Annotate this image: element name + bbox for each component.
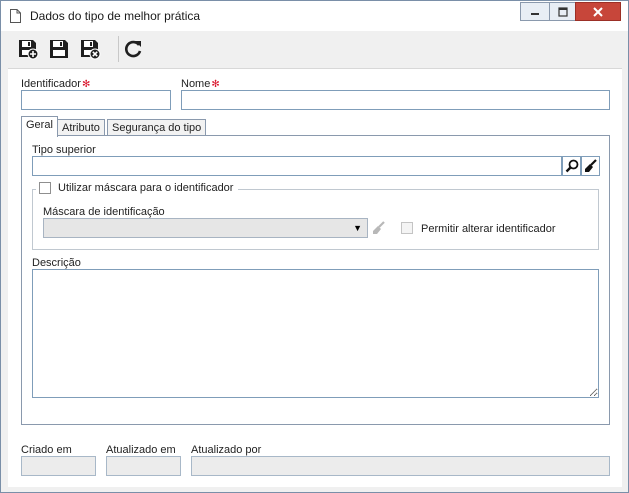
tipo-superior-label: Tipo superior (32, 144, 96, 156)
eraser-icon (584, 159, 597, 172)
tab-atributo[interactable]: Atributo (57, 119, 105, 136)
mascara-label: Máscara de identificação (43, 206, 165, 218)
descricao-textarea[interactable] (32, 269, 599, 398)
save-button[interactable] (46, 36, 72, 62)
required-icon: ✻ (211, 79, 220, 90)
toolbar-separator (118, 36, 119, 62)
atualizado-em-label: Atualizado em (106, 444, 176, 456)
tab-geral-label: Geral (26, 119, 53, 131)
tab-atributo-label: Atributo (62, 122, 100, 134)
refresh-button[interactable] (120, 36, 146, 62)
dropdown-arrow-icon: ▼ (353, 223, 362, 233)
tab-seguranca-label: Segurança do tipo (112, 122, 202, 134)
toolbar (8, 31, 622, 69)
criado-em-label: Criado em (21, 444, 72, 456)
atualizado-por-label: Atualizado por (191, 444, 262, 456)
tab-seguranca[interactable]: Segurança do tipo (107, 119, 207, 136)
maximize-icon (557, 6, 568, 17)
save-close-icon (81, 40, 101, 60)
tab-geral[interactable]: Geral (21, 116, 58, 137)
save-new-button[interactable] (15, 36, 41, 62)
usar-mascara-label: Utilizar máscara para o identificador (58, 182, 234, 194)
atualizado-em-field (106, 456, 181, 476)
tipo-superior-input[interactable] (32, 156, 562, 176)
save-icon (50, 40, 68, 58)
maximize-button[interactable] (549, 2, 575, 21)
close-icon (593, 6, 603, 17)
refresh-icon (125, 40, 142, 58)
save-close-button[interactable] (77, 36, 103, 62)
search-icon (565, 159, 578, 173)
clear-button[interactable] (581, 156, 600, 176)
identificador-label-text: Identificador (21, 78, 81, 90)
eraser-icon (373, 221, 385, 234)
permitir-alterar-checkbox[interactable] (401, 222, 413, 234)
atualizado-por-field (191, 456, 610, 476)
descricao-label: Descrição (32, 257, 81, 269)
nome-input[interactable] (181, 90, 610, 110)
window-title: Dados do tipo de melhor prática (30, 9, 201, 23)
window-scrollbar[interactable] (622, 141, 628, 481)
permitir-alterar-label: Permitir alterar identificador (421, 223, 556, 235)
criado-em-field (21, 456, 96, 476)
minimize-button[interactable] (520, 2, 549, 21)
nome-label-text: Nome (181, 78, 211, 90)
minimize-icon (531, 12, 539, 15)
search-button[interactable] (562, 156, 581, 176)
required-icon: ✻ (81, 79, 91, 90)
save-new-icon (19, 40, 39, 60)
identificador-input[interactable] (21, 90, 171, 110)
usar-mascara-checkbox[interactable] (39, 182, 51, 194)
close-button[interactable] (575, 2, 621, 21)
mascara-clear-button[interactable] (370, 218, 388, 238)
document-icon (10, 9, 21, 23)
title-bar: Dados do tipo de melhor prática (1, 1, 628, 31)
identificador-label: Identificador✻ (21, 78, 90, 90)
nome-label: Nome✻ (181, 78, 220, 90)
mascara-select[interactable]: ▼ (43, 218, 368, 238)
dialog-window: Dados do tipo de melhor prática Identifi… (0, 0, 629, 493)
